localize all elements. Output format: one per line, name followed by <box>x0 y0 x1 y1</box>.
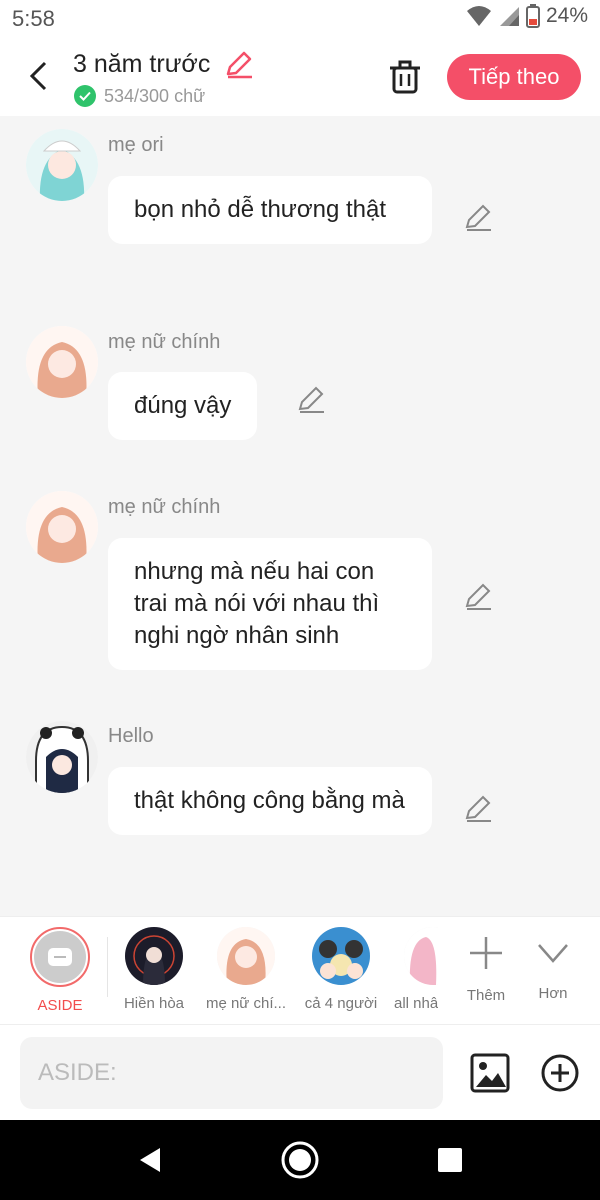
signal-icon <box>499 7 519 26</box>
status-icons: 24% <box>466 4 588 28</box>
edit-message-icon[interactable] <box>296 385 326 415</box>
message-bubble[interactable]: nhưng mà nếu hai con trai mà nói với nha… <box>108 538 432 670</box>
story-title[interactable]: 3 năm trước <box>73 50 210 79</box>
character-avatar <box>312 927 370 985</box>
character-name: mẹ nữ chí... <box>205 995 287 1012</box>
sender-name: mẹ nữ chính <box>108 331 221 353</box>
character-name: all nhâ <box>394 995 438 1012</box>
chevron-down-icon <box>538 944 568 963</box>
square-recents-icon <box>438 1148 462 1172</box>
message-bubble[interactable]: thật không công bằng mà <box>108 767 432 835</box>
back-button[interactable] <box>20 56 56 96</box>
message-input[interactable] <box>20 1037 443 1109</box>
edit-message-icon[interactable] <box>463 582 493 612</box>
aside-icon <box>34 931 86 983</box>
sender-name: Hello <box>108 725 154 747</box>
nav-recents-button[interactable] <box>430 1140 470 1180</box>
message-bubble[interactable]: bọn nhỏ dễ thương thật <box>108 176 432 244</box>
avatar[interactable] <box>26 721 98 793</box>
check-icon <box>74 85 96 107</box>
plus-icon <box>470 937 502 969</box>
character-bar: ASIDE Hiền hòa mẹ nữ chí... cả 4 người a… <box>0 916 600 1024</box>
system-nav-bar <box>0 1120 600 1200</box>
character-name: Hiền hòa <box>123 995 185 1012</box>
character-avatar <box>125 927 183 985</box>
character-item[interactable]: all nhâ <box>386 927 438 1012</box>
home-circle-icon <box>281 1141 319 1179</box>
add-circle-icon[interactable] <box>540 1053 580 1093</box>
character-aside[interactable]: ASIDE <box>15 927 105 1014</box>
battery-icon <box>525 4 540 28</box>
avatar[interactable] <box>26 326 98 398</box>
battery-level: 24% <box>545 4 588 27</box>
status-time: 5:58 <box>12 6 55 31</box>
status-bar: 5:58 24% <box>0 0 600 40</box>
triangle-back-icon <box>140 1148 160 1172</box>
wifi-icon <box>466 6 491 26</box>
nav-home-button[interactable] <box>280 1140 320 1180</box>
expand-characters-button[interactable]: Hơn <box>508 927 598 1002</box>
sender-name: mẹ ori <box>108 134 164 156</box>
nav-back-button[interactable] <box>130 1140 170 1180</box>
sender-name: mẹ nữ chính <box>108 496 221 518</box>
character-avatar <box>404 927 438 985</box>
character-item[interactable]: cả 4 người <box>296 927 386 1012</box>
character-item[interactable]: mẹ nữ chí... <box>201 927 291 1012</box>
avatar[interactable] <box>26 129 98 201</box>
edit-message-icon[interactable] <box>463 794 493 824</box>
word-count: 534/300 chữ <box>74 85 205 107</box>
editor-header: 3 năm trước 534/300 chữ Tiếp theo <box>0 40 600 116</box>
chat-list: mẹ ori bọn nhỏ dễ thương thật mẹ nữ chín… <box>0 116 600 916</box>
avatar[interactable] <box>26 491 98 563</box>
expand-characters-label: Hơn <box>538 985 568 1002</box>
message-bubble[interactable]: đúng vậy <box>108 372 258 440</box>
character-avatar <box>217 927 275 985</box>
character-name: cả 4 người <box>304 995 378 1012</box>
image-icon[interactable] <box>470 1053 510 1093</box>
next-button[interactable]: Tiếp theo <box>447 54 581 100</box>
trash-icon[interactable] <box>386 58 424 96</box>
edit-title-icon[interactable] <box>224 50 254 80</box>
edit-message-icon[interactable] <box>463 203 493 233</box>
composer-bar <box>0 1024 600 1120</box>
character-item[interactable]: Hiền hòa <box>109 927 199 1012</box>
divider <box>107 937 108 997</box>
chevron-left-icon <box>29 61 47 91</box>
word-count-label: 534/300 chữ <box>104 85 206 106</box>
character-name: ASIDE <box>37 997 83 1014</box>
